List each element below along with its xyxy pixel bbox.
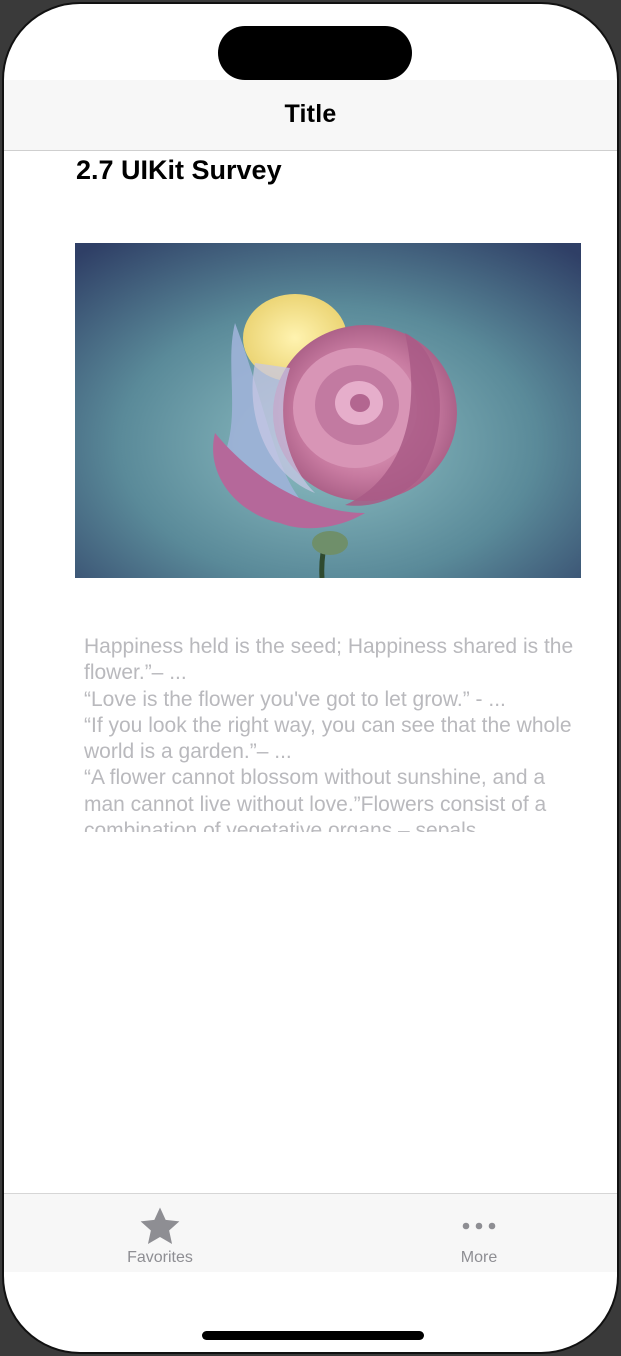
navigation-bar: Title [4, 80, 617, 151]
tab-label-favorites: Favorites [127, 1249, 193, 1266]
more-icon [461, 1218, 497, 1236]
dynamic-island [218, 26, 412, 80]
nav-title: Title [284, 100, 337, 128]
tab-favorites[interactable]: Favorites [80, 1194, 240, 1272]
star-icon [138, 1206, 182, 1253]
tab-bar: Favorites More [4, 1193, 617, 1272]
body-text: Happiness held is the seed; Happiness sh… [84, 635, 574, 832]
device-frame: Title 2.7 UIKit Survey Happiness held is… [2, 2, 619, 1354]
tab-more[interactable]: More [399, 1194, 559, 1272]
tab-label-more: More [460, 1249, 498, 1266]
rose-image [75, 243, 581, 578]
page-heading: 2.7 UIKit Survey [76, 155, 282, 185]
home-indicator [202, 1331, 424, 1340]
